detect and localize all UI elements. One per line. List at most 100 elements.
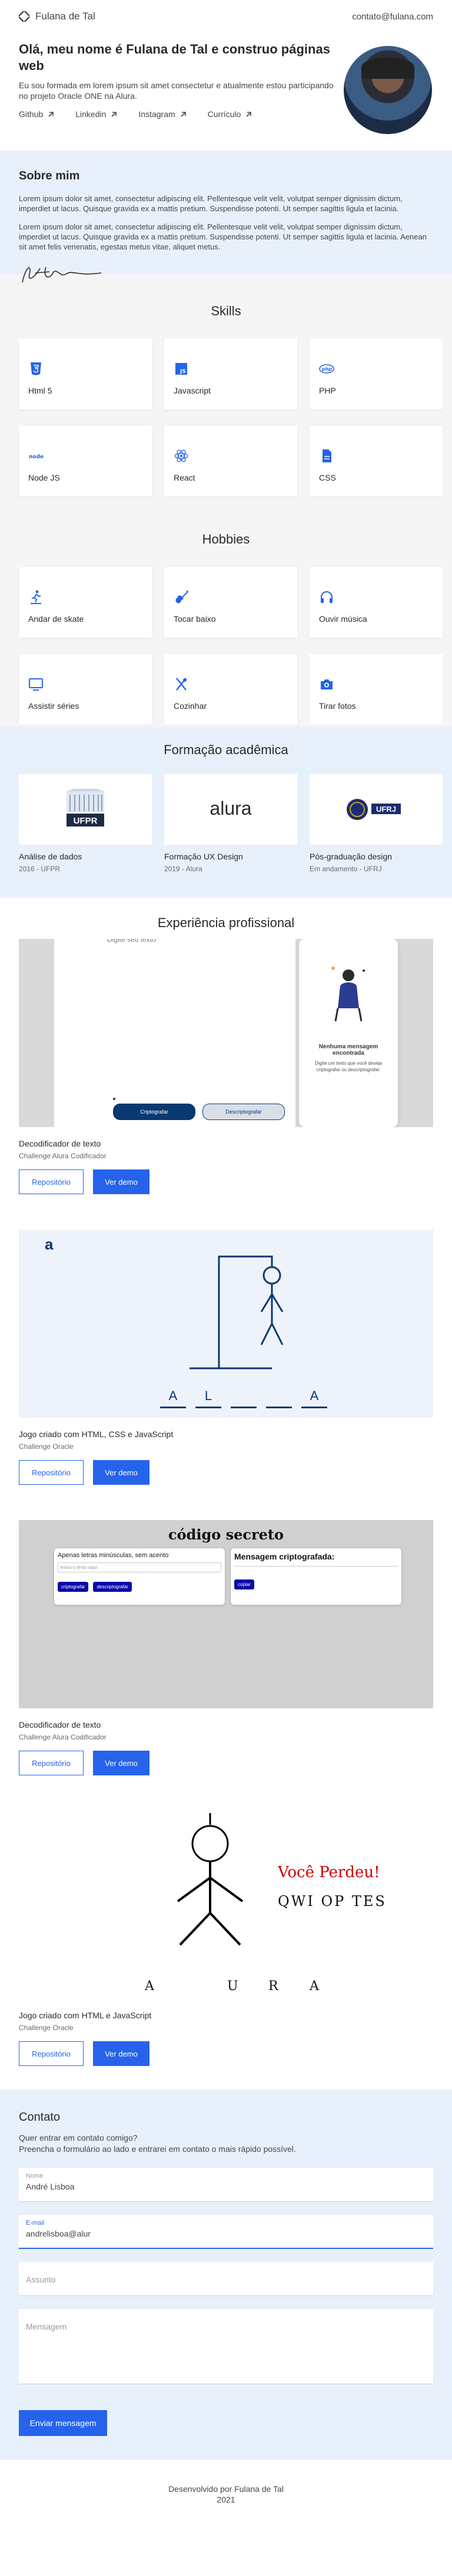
email-field[interactable]: E-mail andrelisboa@alur (19, 2215, 433, 2249)
skill-label: Javascript (174, 386, 211, 395)
ufpr-logo-text: UFPR (74, 816, 98, 826)
project-title: Decodificador de texto (19, 1720, 101, 1729)
shot-word-letters: A U R A (145, 1979, 320, 1994)
skill-label: PHP (319, 386, 336, 395)
html5-icon (31, 362, 41, 375)
education-item-sub: 2019 - Alura (164, 865, 202, 873)
brand[interactable]: Fulana de Tal (19, 11, 95, 22)
linkedin-link[interactable]: Linkedin (75, 109, 117, 119)
about-paragraph-2: Lorem ipsum dolor sit amet, consectetur … (19, 222, 427, 251)
email-field-value: andrelisboa@alur (26, 2229, 91, 2238)
svg-text:php: php (321, 366, 332, 372)
project-card: a A L A Jogo criado com HTML, CSS e Java… (19, 1229, 433, 1485)
send-message-button[interactable]: Enviar mensagem (19, 2410, 107, 2436)
shot-placeholder-text: Digite seu texto (107, 939, 156, 944)
hobby-card: Assistir séries (19, 654, 152, 725)
skill-card: CSS (310, 426, 443, 496)
brand-logo-icon (19, 11, 29, 22)
hangman-letter: L (195, 1388, 221, 1408)
project-card: Você Perdeu! QWI OP TES A U R A Jogo cri… (19, 1811, 433, 2066)
shot-encrypt-button: criptografar (58, 1582, 89, 1592)
skill-card: Html 5 (19, 339, 152, 409)
shot-illustration (331, 967, 365, 1022)
skill-card: JS Javascript (164, 339, 297, 409)
hobby-card: Tocar baixo (164, 567, 297, 638)
education-title: Formação acadêmica (164, 742, 288, 757)
about-section: Sobre mim Lorem ipsum dolor sit amet, co… (0, 151, 452, 283)
php-icon: php (319, 364, 334, 374)
camera-icon (321, 679, 333, 689)
footer: Desenvolvido por Fulana de Tal 2021 (0, 2460, 452, 2531)
skill-label: Html 5 (28, 386, 52, 395)
alura-logo-text: alura (210, 798, 251, 819)
demo-button[interactable]: Ver demo (93, 1169, 149, 1194)
demo-button[interactable]: Ver demo (93, 2041, 149, 2066)
education-item: UFRJ Pós-graduação design Em andamento -… (310, 774, 443, 873)
skate-icon (31, 590, 41, 604)
hobby-label: Ouvir música (319, 614, 367, 624)
repository-button[interactable]: Repositório (19, 1460, 84, 1485)
demo-button[interactable]: Ver demo (93, 1751, 149, 1775)
project-screenshot: Você Perdeu! QWI OP TES A U R A (19, 1811, 433, 1999)
skills-section: Skills Html 5 JS Javascript php PHP node… (0, 274, 452, 727)
repository-button[interactable]: Repositório (19, 1751, 84, 1775)
curriculo-link[interactable]: Currículo (208, 109, 252, 119)
headphones-icon (321, 591, 333, 603)
about-title: Sobre mim (19, 169, 80, 182)
hobby-card: Andar de skate (19, 567, 152, 638)
shot-input-placeholder: Insira o texto aqui (58, 1562, 221, 1572)
project-actions: Repositório Ver demo (19, 1460, 433, 1485)
hangman-letter (231, 1388, 257, 1408)
shot-encrypt-button: Criptografar (113, 1104, 195, 1120)
education-item-sub: Em andamento - UFRJ (310, 865, 382, 873)
experience-title: Experiência profissional (157, 915, 295, 930)
shot-result-title: Mensagem criptografada: (234, 1552, 335, 1561)
hobby-label: Cozinhar (174, 701, 207, 711)
shot-lost-message: Você Perdeu! (278, 1864, 380, 1881)
project-title: Jogo criado com HTML e JavaScript (19, 2011, 152, 2020)
project-actions: Repositório Ver demo (19, 1751, 433, 1775)
repository-button[interactable]: Repositório (19, 1169, 84, 1194)
svg-text:JS: JS (180, 369, 186, 375)
education-grid: UFPR Análise de dados 2016 - UFPR alura … (0, 774, 452, 873)
instagram-link-label: Instagram (138, 109, 175, 119)
header-email-link[interactable]: contato@fulana.com (352, 12, 433, 22)
skill-card: React (164, 426, 297, 496)
footer-credit: Desenvolvido por Fulana de Tal (168, 2484, 284, 2494)
skill-label: React (174, 473, 195, 482)
hobby-card: Cozinhar (164, 654, 297, 725)
tv-icon (29, 678, 43, 691)
repository-button[interactable]: Repositório (19, 2041, 84, 2066)
instagram-link[interactable]: Instagram (138, 109, 186, 119)
arrow-up-right-icon (181, 111, 186, 117)
github-link[interactable]: Github (19, 109, 54, 119)
name-field[interactable]: Nome André Lisboa (19, 2168, 433, 2202)
ufrj-logo-text: UFRJ (376, 805, 396, 814)
subject-field[interactable]: Assunto (19, 2262, 433, 2296)
css-icon (323, 449, 331, 462)
contact-title: Contato (19, 2111, 61, 2124)
hobby-label: Andar de skate (28, 614, 84, 624)
brand-name: Fulana de Tal (35, 11, 95, 22)
contact-text: Quer entrar em contato comigo? Preencha o… (19, 2132, 433, 2155)
education-item: alura Formação UX Design 2019 - Alura (164, 774, 297, 873)
name-field-value: André Lisboa (26, 2182, 75, 2191)
project-screenshot: a A L A (19, 1229, 433, 1418)
experience-section: Experiência profissional Digite seu text… (0, 898, 452, 2066)
demo-button[interactable]: Ver demo (93, 1460, 149, 1485)
email-field-label: E-mail (26, 2220, 45, 2227)
hangman-letter (266, 1388, 292, 1408)
word-letter: A (310, 1979, 319, 1994)
word-letter: R (268, 1979, 278, 1994)
shot-input-hint: Apenas letras minúsculas, sem acento (58, 1552, 169, 1559)
message-field[interactable]: Mensagem (19, 2309, 433, 2384)
skill-label: CSS (319, 473, 336, 482)
github-link-label: Github (19, 109, 44, 119)
hangman-letter: A (160, 1388, 186, 1408)
education-item-title: Pós-graduação design (310, 852, 393, 861)
signature-image (22, 266, 102, 283)
hobby-label: Tocar baixo (174, 614, 216, 624)
shot-copy-button: copiar (234, 1579, 254, 1589)
hobby-label: Tirar fotos (319, 701, 356, 711)
project-screenshot: código secreto Apenas letras minúsculas,… (19, 1520, 433, 1708)
